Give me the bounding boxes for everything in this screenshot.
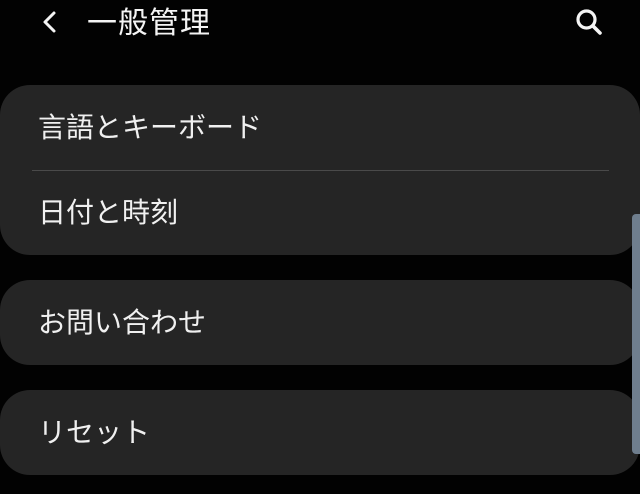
list-item-label: 言語とキーボード bbox=[38, 111, 263, 144]
list-item-date-time[interactable]: 日付と時刻 bbox=[0, 170, 640, 255]
search-icon bbox=[574, 7, 604, 41]
list-item-label: お問い合わせ bbox=[38, 306, 207, 339]
general-management-screen: 一般管理 言語とキーボード 日付と時刻 お問い合わせ リセット bbox=[0, 0, 640, 494]
app-bar: 一般管理 bbox=[0, 0, 640, 56]
settings-group-reset: リセット bbox=[0, 390, 640, 475]
search-button[interactable] bbox=[567, 2, 611, 46]
back-button[interactable] bbox=[30, 4, 70, 44]
list-item-contact-us[interactable]: お問い合わせ bbox=[0, 280, 640, 365]
list-item-label: 日付と時刻 bbox=[38, 196, 179, 229]
settings-group-language-datetime: 言語とキーボード 日付と時刻 bbox=[0, 85, 640, 255]
list-item-language-keyboard[interactable]: 言語とキーボード bbox=[0, 85, 640, 170]
page-title: 一般管理 bbox=[87, 6, 211, 41]
settings-group-contact: お問い合わせ bbox=[0, 280, 640, 365]
list-item-label: リセット bbox=[38, 416, 151, 449]
scroll-indicator[interactable] bbox=[632, 214, 640, 454]
list-item-reset[interactable]: リセット bbox=[0, 390, 640, 475]
chevron-left-icon bbox=[39, 8, 61, 40]
